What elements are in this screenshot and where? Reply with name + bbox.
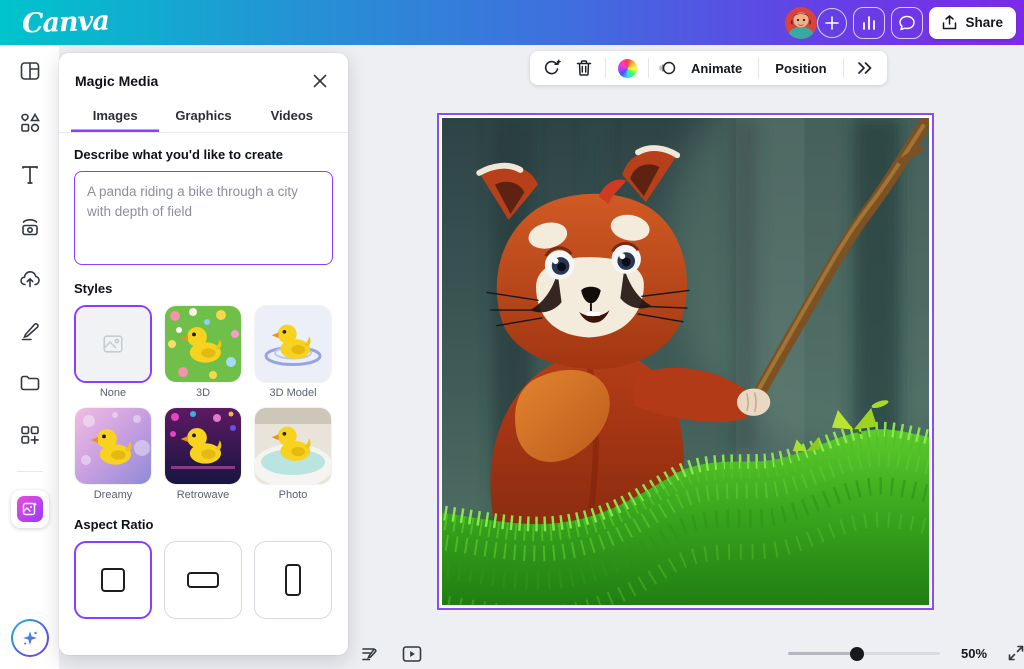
- selected-image[interactable]: [437, 113, 934, 610]
- elements-icon[interactable]: [10, 103, 50, 143]
- position-button[interactable]: Position: [766, 61, 835, 76]
- style-option-dreamy[interactable]: Dreamy: [74, 407, 152, 501]
- canva-editor: Canva Share: [0, 0, 1024, 669]
- close-icon[interactable]: [308, 69, 332, 93]
- red-panda-artwork: [442, 118, 929, 605]
- design-icon[interactable]: [10, 51, 50, 91]
- share-button[interactable]: Share: [929, 7, 1016, 39]
- style-option-retrowave[interactable]: Retrowave: [164, 407, 242, 501]
- panel-title: Magic Media: [75, 73, 158, 89]
- square-ratio-icon: [101, 568, 125, 592]
- style-grid: None 3D: [74, 305, 333, 501]
- aspect-ratio-heading: Aspect Ratio: [74, 517, 333, 532]
- portrait-ratio-icon: [285, 564, 301, 596]
- magic-media-panel: Magic Media Images Graphics Videos Descr…: [59, 53, 348, 655]
- toolbar-divider: [605, 58, 606, 78]
- document-controls: [356, 640, 426, 668]
- draw-icon[interactable]: [10, 311, 50, 351]
- left-rail: [0, 45, 59, 669]
- color-picker-icon[interactable]: [613, 54, 641, 82]
- object-toolbar: Animate Position: [530, 51, 887, 85]
- zoom-controls: 50%: [788, 641, 1024, 665]
- prompt-input[interactable]: [74, 171, 333, 265]
- text-icon[interactable]: [10, 155, 50, 195]
- toolbar-divider: [758, 58, 759, 78]
- prompt-label: Describe what you'd like to create: [74, 147, 333, 162]
- canva-assistant-button[interactable]: [11, 619, 49, 657]
- regenerate-icon[interactable]: [538, 54, 566, 82]
- styles-heading: Styles: [74, 281, 333, 296]
- style-option-3d-model[interactable]: 3D Model: [254, 305, 332, 399]
- zoom-slider-thumb[interactable]: [850, 647, 864, 661]
- tab-graphics[interactable]: Graphics: [159, 101, 247, 132]
- share-label: Share: [965, 15, 1003, 30]
- magic-media-app-icon[interactable]: [11, 490, 49, 528]
- projects-icon[interactable]: [10, 363, 50, 403]
- canva-logo[interactable]: Canva: [21, 5, 109, 39]
- aspect-ratio-group: [74, 541, 333, 619]
- delete-icon[interactable]: [570, 54, 598, 82]
- avatar[interactable]: [785, 7, 817, 39]
- aspect-square-button[interactable]: [74, 541, 152, 619]
- style-option-photo[interactable]: Photo: [254, 407, 332, 501]
- animate-button[interactable]: Animate: [682, 61, 751, 76]
- top-bar: Canva Share: [0, 0, 1024, 45]
- add-member-button[interactable]: [817, 8, 847, 38]
- upload-icon: [942, 15, 957, 31]
- notes-icon[interactable]: [356, 640, 384, 668]
- insights-button[interactable]: [853, 7, 885, 39]
- style-option-3d[interactable]: 3D: [164, 305, 242, 399]
- uploads-icon[interactable]: [10, 259, 50, 299]
- animate-icon[interactable]: [656, 54, 678, 82]
- toolbar-divider: [648, 58, 649, 78]
- comments-button[interactable]: [891, 7, 923, 39]
- media-type-tabs: Images Graphics Videos: [59, 101, 348, 133]
- landscape-ratio-icon: [187, 572, 219, 588]
- aspect-portrait-button[interactable]: [254, 541, 332, 619]
- toolbar-divider: [843, 58, 844, 78]
- tab-videos[interactable]: Videos: [248, 101, 336, 132]
- brand-icon[interactable]: [10, 207, 50, 247]
- apps-icon[interactable]: [10, 415, 50, 455]
- present-icon[interactable]: [398, 640, 426, 668]
- style-option-none[interactable]: None: [74, 305, 152, 399]
- fullscreen-icon[interactable]: [1004, 641, 1024, 665]
- zoom-slider[interactable]: [788, 642, 940, 664]
- more-options-icon[interactable]: [851, 54, 879, 82]
- zoom-percent[interactable]: 50%: [956, 646, 992, 661]
- aspect-landscape-button[interactable]: [164, 541, 242, 619]
- rail-divider: [17, 471, 43, 472]
- tab-images[interactable]: Images: [71, 101, 159, 132]
